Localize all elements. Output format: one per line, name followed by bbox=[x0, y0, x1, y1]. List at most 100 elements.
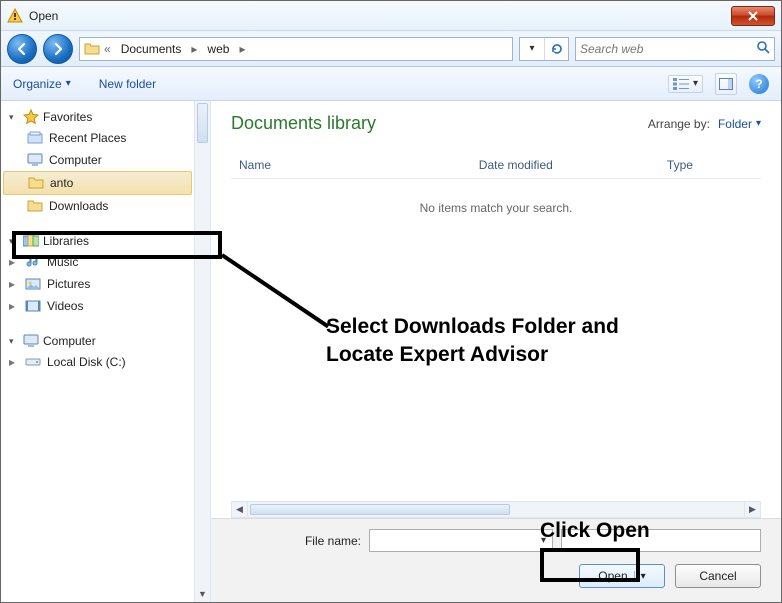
refresh-icon bbox=[550, 42, 564, 56]
breadcrumb-part[interactable]: Documents bbox=[115, 42, 188, 56]
sidebar-item-downloads[interactable]: Downloads bbox=[1, 195, 194, 217]
sidebar-item-music[interactable]: ▸ Music bbox=[1, 251, 194, 273]
folder-icon bbox=[84, 41, 100, 57]
footer: File name: ▾ Open ▾ Cancel bbox=[211, 518, 781, 602]
search-placeholder: Search web bbox=[580, 42, 643, 56]
split-chevron-icon: ▾ bbox=[634, 571, 646, 582]
organize-label: Organize bbox=[13, 77, 62, 91]
arrange-value-dropdown[interactable]: Folder ▾ bbox=[718, 117, 761, 131]
sidebar: ▾ Favorites Recent Places Computer bbox=[1, 101, 211, 602]
arrange-label: Arrange by: bbox=[648, 117, 710, 131]
chevron-down-icon: ▾ bbox=[529, 43, 534, 54]
tree-twisty-icon: ▸ bbox=[9, 277, 19, 291]
view-mode-button[interactable]: ▾ bbox=[668, 75, 703, 93]
toolbar: Organize New folder ▾ ? bbox=[1, 67, 781, 101]
filename-label: File name: bbox=[231, 534, 361, 548]
list-view-icon bbox=[673, 78, 689, 90]
scrollbar-thumb[interactable] bbox=[250, 504, 510, 515]
tree-twisty-icon: ▾ bbox=[9, 336, 19, 347]
sidebar-group-computer: ▾ Computer ▸ Local Disk (C:) bbox=[1, 331, 194, 373]
horizontal-scrollbar[interactable]: ◀ ▶ bbox=[231, 501, 761, 518]
library-header: Documents library Arrange by: Folder ▾ bbox=[211, 101, 781, 140]
button-row: Open ▾ Cancel bbox=[231, 564, 761, 588]
scroll-left-icon: ◀ bbox=[232, 502, 248, 517]
tree-twisty-icon: ▸ bbox=[9, 255, 19, 269]
scroll-down-icon: ▼ bbox=[195, 586, 210, 602]
close-button[interactable] bbox=[731, 6, 775, 26]
arrow-right-icon bbox=[51, 42, 65, 56]
sidebar-item-label: Videos bbox=[47, 299, 83, 313]
cancel-label: Cancel bbox=[699, 569, 736, 583]
chevron-right-icon: ▸ bbox=[191, 42, 197, 56]
folder-icon bbox=[28, 175, 44, 191]
recent-icon bbox=[27, 130, 43, 146]
breadcrumb[interactable]: « Documents ▸ web ▸ bbox=[79, 37, 513, 61]
scrollbar-thumb[interactable] bbox=[197, 103, 208, 143]
sidebar-scrollbar[interactable]: ▲ ▼ bbox=[194, 101, 210, 602]
library-title: Documents library bbox=[231, 113, 376, 134]
sidebar-item-local-disk-c[interactable]: ▸ Local Disk (C:) bbox=[1, 351, 194, 373]
breadcrumb-prefix: « bbox=[104, 42, 111, 56]
tree-twisty-icon: ▾ bbox=[9, 236, 19, 247]
titlebar: Open bbox=[1, 1, 781, 31]
sidebar-item-label: Local Disk (C:) bbox=[47, 355, 126, 369]
help-button[interactable]: ? bbox=[749, 74, 769, 94]
empty-message: No items match your search. bbox=[231, 179, 761, 237]
file-list[interactable]: No items match your search. bbox=[231, 179, 761, 493]
nav-forward[interactable] bbox=[43, 34, 73, 64]
chevron-down-icon: ▾ bbox=[693, 78, 698, 89]
nav-back[interactable] bbox=[7, 34, 37, 64]
libraries-icon bbox=[23, 233, 39, 249]
sidebar-head-computer[interactable]: ▾ Computer bbox=[1, 331, 194, 351]
star-icon bbox=[23, 109, 39, 125]
chevron-down-icon: ▾ bbox=[756, 118, 761, 129]
content-pane: Documents library Arrange by: Folder ▾ N… bbox=[211, 101, 781, 602]
sidebar-item-label: Recent Places bbox=[49, 131, 126, 145]
filename-row: File name: ▾ bbox=[231, 529, 761, 552]
pictures-icon bbox=[25, 276, 41, 292]
sidebar-label: Favorites bbox=[43, 110, 92, 124]
sidebar-item-recent-places[interactable]: Recent Places bbox=[1, 127, 194, 149]
filename-input[interactable]: ▾ bbox=[369, 529, 553, 552]
sidebar-head-favorites[interactable]: ▾ Favorites bbox=[1, 107, 194, 127]
sidebar-head-libraries[interactable]: ▾ Libraries bbox=[1, 231, 194, 251]
app-icon bbox=[7, 8, 23, 24]
open-dialog-window: Open « Documents ▸ web ▸ ▾ bbox=[0, 0, 782, 603]
sidebar-label: Computer bbox=[43, 334, 96, 348]
help-icon: ? bbox=[755, 77, 762, 91]
cancel-button[interactable]: Cancel bbox=[675, 564, 761, 588]
breadcrumb-part[interactable]: web bbox=[201, 42, 235, 56]
open-button[interactable]: Open ▾ bbox=[579, 564, 665, 588]
dialog-body: ▾ Favorites Recent Places Computer bbox=[1, 101, 781, 602]
column-type[interactable]: Type bbox=[659, 152, 761, 178]
close-icon bbox=[747, 11, 759, 21]
chevron-down-icon: ▾ bbox=[541, 535, 546, 546]
arrange-value-text: Folder bbox=[718, 117, 752, 131]
search-input[interactable]: Search web bbox=[575, 37, 775, 61]
preview-pane-button[interactable] bbox=[715, 73, 737, 95]
tree-twisty-icon: ▸ bbox=[9, 355, 19, 369]
breadcrumb-dropdown[interactable]: ▾ bbox=[520, 38, 544, 60]
sidebar-item-label: Music bbox=[47, 255, 78, 269]
column-name[interactable]: Name bbox=[231, 152, 471, 178]
tree-twisty-icon: ▸ bbox=[9, 299, 19, 313]
column-headers: Name Date modified Type bbox=[231, 152, 761, 179]
file-type-filter[interactable] bbox=[561, 529, 761, 552]
breadcrumb-controls: ▾ bbox=[519, 37, 569, 61]
arrow-left-icon bbox=[15, 42, 29, 56]
sidebar-item-computer[interactable]: Computer bbox=[1, 149, 194, 171]
sidebar-item-videos[interactable]: ▸ Videos bbox=[1, 295, 194, 317]
refresh-button[interactable] bbox=[544, 38, 568, 60]
sidebar-label: Libraries bbox=[43, 234, 89, 248]
scroll-right-icon: ▶ bbox=[744, 502, 760, 517]
organize-button[interactable]: Organize bbox=[13, 77, 71, 91]
new-folder-button[interactable]: New folder bbox=[99, 77, 156, 91]
sidebar-item-pictures[interactable]: ▸ Pictures bbox=[1, 273, 194, 295]
open-label: Open bbox=[598, 569, 627, 583]
disk-icon bbox=[25, 354, 41, 370]
column-date[interactable]: Date modified bbox=[471, 152, 659, 178]
new-folder-label: New folder bbox=[99, 77, 156, 91]
music-icon bbox=[25, 254, 41, 270]
sidebar-item-label: Downloads bbox=[49, 199, 108, 213]
sidebar-item-anto[interactable]: anto bbox=[3, 171, 192, 195]
